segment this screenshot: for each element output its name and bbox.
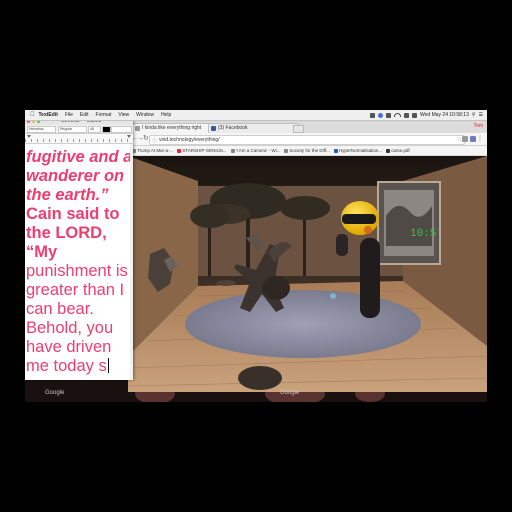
new-tab-button[interactable] <box>293 125 304 133</box>
hud-clock: 10:5 <box>410 228 437 240</box>
status-app-icon[interactable] <box>386 112 392 118</box>
chrome-menu-icon[interactable]: ⋮ <box>477 135 483 142</box>
text-line: punishment is <box>26 262 128 280</box>
bookmark-item[interactable]: HyperNormalisation... <box>333 148 382 153</box>
status-area: Wed May 24 10:58:13 ⚲ ☰ <box>370 112 487 118</box>
menu-file[interactable]: File <box>65 112 73 118</box>
tab-label: I kinda like everything right <box>142 125 202 131</box>
webgl-viewport[interactable]: 10:5 <box>128 156 487 392</box>
text-line: fugitive and a <box>26 148 133 166</box>
text-line: the LORD, <box>26 224 107 242</box>
profile-button[interactable]: Tom <box>474 123 483 129</box>
wikipedia-icon <box>284 148 289 153</box>
extension-icon[interactable] <box>462 136 468 142</box>
text-line: “My <box>26 243 58 261</box>
address-bar: ← → ↻ ⓘ void.technology/everything/ ☆ ⋮ <box>128 133 487 146</box>
tab-label: (3) Facebook <box>218 125 248 131</box>
ruler[interactable] <box>25 134 133 144</box>
page-icon <box>135 126 140 131</box>
url-text: void.technology/everything/ <box>159 137 220 143</box>
vr-scene <box>128 156 487 392</box>
bookmark-item[interactable]: STARSHIP GENIUS... <box>177 148 227 153</box>
font-family-select[interactable]: Helvetica <box>27 126 56 133</box>
text-line-last: me today s <box>26 357 130 376</box>
text-color-well[interactable] <box>102 126 111 133</box>
format-toolbar: Helvetica Regular 48 <box>25 125 133 134</box>
facebook-icon <box>211 126 216 131</box>
browser-window: I kinda like everything right × (3) Face… <box>128 122 487 392</box>
avatar-visor <box>342 214 376 224</box>
youtube-icon <box>177 148 182 153</box>
scrollbar[interactable] <box>130 144 133 380</box>
floor-object <box>216 280 236 286</box>
textedit-window: Genesis — Edited Helvetica Regular 48 fu… <box>25 118 133 380</box>
info-icon[interactable]: ⓘ <box>152 137 157 145</box>
menu-list-icon[interactable]: ☰ <box>479 112 483 118</box>
menu-window[interactable]: Window <box>136 112 154 118</box>
battery-icon[interactable] <box>412 112 418 118</box>
text-line: have driven <box>26 338 112 356</box>
style-buttons[interactable] <box>111 126 132 133</box>
font-size-field[interactable]: 48 <box>88 126 101 133</box>
tab-strip: I kinda like everything right × (3) Face… <box>128 122 487 134</box>
text-line: can bear. <box>26 300 94 318</box>
avatar-body <box>360 238 380 318</box>
menu-bar:  TextEdit File Edit Format View Window … <box>25 110 487 121</box>
status-app-icon[interactable] <box>370 112 376 118</box>
ghost-label: Google <box>280 390 300 396</box>
wikipedia-icon <box>230 148 235 153</box>
search-icon[interactable]: ⚲ <box>472 112 476 118</box>
pdf-icon <box>386 148 391 153</box>
text-line: Behold, you <box>26 319 114 337</box>
wifi-icon[interactable] <box>394 113 402 117</box>
bookmark-item[interactable]: Trump At Mar-a-... <box>132 148 173 153</box>
ruler-marker[interactable] <box>127 135 131 138</box>
central-sculpture-base <box>262 276 290 300</box>
text-line: wanderer on <box>26 167 125 185</box>
volume-icon[interactable] <box>404 112 410 118</box>
url-input[interactable]: ⓘ void.technology/everything/ ☆ <box>149 135 465 145</box>
bookmark-item[interactable]: Society for the Diff... <box>284 148 330 153</box>
menu-app-name[interactable]: TextEdit <box>39 112 58 118</box>
text-line: the earth.” <box>26 186 109 204</box>
bookmark-item[interactable]: carse.pdf <box>386 148 410 153</box>
floor-object <box>330 293 336 299</box>
avatar-arm <box>336 234 348 256</box>
ruler-marker[interactable] <box>27 135 31 138</box>
menu-view[interactable]: View <box>118 112 129 118</box>
text-caret <box>107 358 109 373</box>
ghost-label: Google <box>45 390 65 396</box>
menu-edit[interactable]: Edit <box>80 112 89 118</box>
ruler-ticks <box>25 139 133 142</box>
bookmark-item[interactable]: 'I Am a Camera' - Wi... <box>230 148 280 153</box>
text-line: me today s <box>26 357 107 375</box>
extension-icon[interactable] <box>470 136 476 142</box>
avatar-detail <box>364 226 372 234</box>
clock[interactable]: Wed May 24 10:58:13 <box>420 112 469 118</box>
text-line: greater than I <box>26 281 125 299</box>
bookmarks-bar: Trump At Mar-a-... STARSHIP GENIUS... 'I… <box>128 146 487 156</box>
document-body[interactable]: fugitive and a wanderer on the earth.” C… <box>26 148 133 376</box>
foreground-object <box>238 366 282 390</box>
status-app-icon[interactable] <box>378 112 384 118</box>
page-icon <box>333 148 338 153</box>
font-style-select[interactable]: Regular <box>58 126 87 133</box>
reload-icon[interactable]: ↻ <box>143 135 149 143</box>
text-line: Cain said to <box>26 205 120 223</box>
menu-help[interactable]: Help <box>161 112 171 118</box>
apple-icon[interactable]:  <box>30 112 35 118</box>
platform <box>185 290 421 358</box>
menu-format[interactable]: Format <box>96 112 112 118</box>
